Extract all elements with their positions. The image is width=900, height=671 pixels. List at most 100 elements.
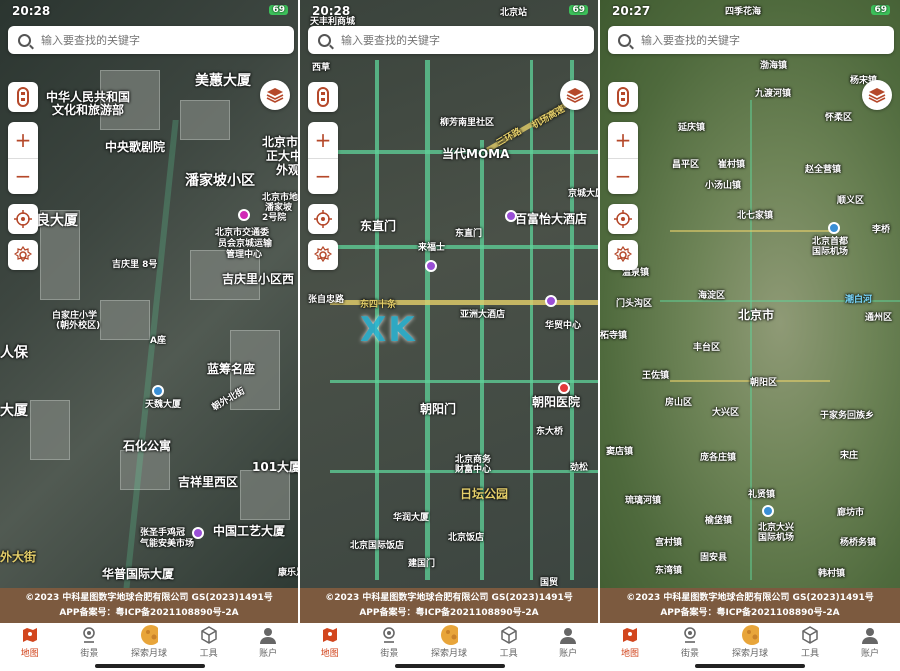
hospital-pin-icon[interactable] bbox=[558, 382, 570, 394]
pill-icon bbox=[17, 87, 29, 107]
map-label: 昌平区 bbox=[672, 160, 700, 170]
copyright-footer: ©2023 中科星图数字地球合肥有限公司 GS(2023)1491号 APP备案号… bbox=[600, 588, 900, 623]
map-label: 大厦 bbox=[0, 403, 28, 419]
map-label: 宫村镇 bbox=[655, 538, 683, 548]
user-icon bbox=[259, 626, 277, 644]
tab-map[interactable]: 地图 bbox=[5, 626, 55, 671]
moon-icon bbox=[440, 625, 458, 645]
copyright-footer: ©2023 中科星图数字地球合肥有限公司 GS(2023)1491号 APP备案号… bbox=[300, 588, 598, 623]
map-label: 东大桥 bbox=[536, 427, 564, 437]
status-bar: 20:28 69 bbox=[0, 0, 298, 24]
map-label: 通州区 bbox=[865, 313, 893, 323]
user-icon bbox=[559, 626, 577, 644]
map-label: 气能安美市场 bbox=[140, 539, 195, 549]
map-label: 大兴区 bbox=[712, 408, 740, 418]
moon-icon bbox=[140, 625, 158, 645]
search-input[interactable] bbox=[641, 33, 861, 47]
poi-pin-icon[interactable] bbox=[192, 527, 204, 539]
map-label: (朝外校区) bbox=[56, 321, 101, 331]
moon-icon bbox=[741, 625, 759, 645]
poi-pin-icon[interactable] bbox=[425, 260, 437, 272]
zoom-out-button[interactable]: − bbox=[308, 159, 338, 195]
tab-map[interactable]: 地图 bbox=[605, 626, 655, 671]
pill-icon bbox=[317, 87, 329, 107]
screenshot-grid: 美蕙大厦 中华人民共和国 文化和旅游部 中央歌剧院 北京市 正大中 外观 潘家坡… bbox=[0, 0, 900, 671]
settings-button[interactable] bbox=[8, 240, 38, 270]
zoom-in-button[interactable]: + bbox=[608, 122, 638, 159]
map-label: 管理中心 bbox=[226, 250, 263, 260]
search-bar[interactable] bbox=[8, 26, 294, 54]
search-input[interactable] bbox=[341, 33, 561, 47]
compass-button[interactable] bbox=[608, 82, 638, 112]
search-input[interactable] bbox=[41, 33, 261, 47]
zoom-out-button[interactable]: − bbox=[608, 159, 638, 195]
tab-account[interactable]: 账户 bbox=[243, 626, 293, 671]
tab-account[interactable]: 账户 bbox=[543, 626, 593, 671]
map-label: 朝阳区 bbox=[750, 378, 778, 388]
map-label: 来福士 bbox=[418, 243, 446, 253]
locate-button[interactable] bbox=[8, 204, 38, 234]
satellite-map[interactable]: 四季花海 渤海镇 九渡河镇 杨宋镇 怀柔区 延庆镇 昌平区 崔村镇 赵全营镇 小… bbox=[600, 0, 900, 588]
map-label: 柳芳南里社区 bbox=[440, 118, 495, 128]
map-label: 杨桥务镇 bbox=[840, 538, 877, 548]
map-label: 华润大厦 bbox=[393, 513, 430, 523]
map-label: 良大厦 bbox=[36, 213, 78, 229]
map-label: 崔村镇 bbox=[718, 160, 746, 170]
locate-button[interactable] bbox=[608, 204, 638, 234]
search-bar[interactable] bbox=[308, 26, 594, 54]
tab-map[interactable]: 地图 bbox=[305, 626, 355, 671]
cube-icon bbox=[801, 626, 819, 644]
map-label: 韩村镇 bbox=[818, 569, 846, 579]
gear-icon bbox=[614, 246, 632, 263]
compass-button[interactable] bbox=[308, 82, 338, 112]
zoom-out-button[interactable]: − bbox=[8, 159, 38, 195]
poi-pin-icon[interactable] bbox=[152, 385, 164, 397]
locate-button[interactable] bbox=[308, 204, 338, 234]
streetview-icon bbox=[681, 626, 699, 644]
cube-icon bbox=[200, 626, 218, 644]
map-label: 廊坊市 bbox=[837, 508, 865, 518]
cube-icon bbox=[500, 626, 518, 644]
map-label: 庞各庄镇 bbox=[700, 453, 737, 463]
tab-account[interactable]: 账户 bbox=[845, 626, 895, 671]
map-label: 张自忠路 bbox=[308, 295, 345, 305]
zoom-in-button[interactable]: + bbox=[308, 122, 338, 159]
map-label: 固安县 bbox=[700, 553, 728, 563]
map-label: 宋庄 bbox=[840, 451, 859, 461]
search-bar[interactable] bbox=[608, 26, 894, 54]
map-label: 北京国际饭店 bbox=[350, 541, 405, 551]
poi-pin-icon[interactable] bbox=[505, 210, 517, 222]
copyright-text: ©2023 中科星图数字地球合肥有限公司 GS(2023)1491号 bbox=[325, 593, 573, 603]
poi-pin-icon[interactable] bbox=[545, 295, 557, 307]
map-label: 西草 bbox=[312, 63, 331, 73]
map-label: 康乐足 bbox=[278, 568, 298, 578]
locate-icon bbox=[614, 210, 632, 228]
satellite-map[interactable]: 美蕙大厦 中华人民共和国 文化和旅游部 中央歌剧院 北京市 正大中 外观 潘家坡… bbox=[0, 0, 298, 588]
icp-text: APP备案号：粤ICP备2021108890号-2A bbox=[359, 608, 539, 618]
phone-screen-2: 天丰利商城 北京站 西草 柳芳南里社区 当代MOMA 三环路 机场高速 东直门 … bbox=[300, 0, 600, 671]
airport-pin-icon[interactable] bbox=[762, 505, 774, 517]
map-label: 礼贤镇 bbox=[748, 490, 776, 500]
search-icon bbox=[318, 33, 331, 47]
compass-button[interactable] bbox=[8, 82, 38, 112]
satellite-map[interactable]: 天丰利商城 北京站 西草 柳芳南里社区 当代MOMA 三环路 机场高速 东直门 … bbox=[300, 0, 598, 588]
layers-button[interactable] bbox=[560, 80, 590, 110]
settings-button[interactable] bbox=[308, 240, 338, 270]
zoom-in-button[interactable]: + bbox=[8, 122, 38, 159]
home-indicator bbox=[95, 664, 205, 668]
map-label: 渤海镇 bbox=[760, 61, 788, 71]
map-label: 蓝筹名座 bbox=[207, 362, 256, 376]
settings-button[interactable] bbox=[608, 240, 638, 270]
map-label: 李桥 bbox=[872, 225, 891, 235]
map-label: 美蕙大厦 bbox=[195, 73, 251, 89]
watermark: XK bbox=[360, 310, 417, 350]
map-label: 柘寺镇 bbox=[600, 331, 628, 341]
map-label: 日坛公园 bbox=[460, 487, 509, 501]
airport-pin-icon[interactable] bbox=[828, 222, 840, 234]
poi-pin-icon[interactable] bbox=[238, 209, 250, 221]
map-label: 外观 bbox=[276, 163, 298, 177]
layers-button[interactable] bbox=[260, 80, 290, 110]
zoom-control: + − bbox=[8, 122, 38, 194]
map-label: 国贸 bbox=[540, 578, 559, 588]
layers-button[interactable] bbox=[862, 80, 892, 110]
